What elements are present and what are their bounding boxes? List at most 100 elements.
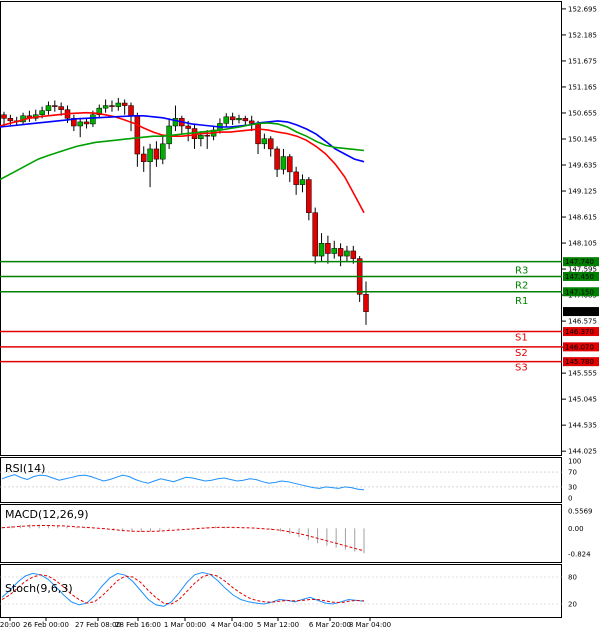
candle-bullish bbox=[102, 105, 109, 109]
stoch-tick-label: 20 bbox=[568, 601, 577, 609]
time-tick-label: 5 Mar 12:00 bbox=[257, 621, 299, 629]
candle-bullish bbox=[318, 243, 325, 257]
time-tick-label: 6 Mar 20:00 bbox=[309, 621, 351, 629]
candle-bearish bbox=[134, 115, 141, 155]
candle-bearish bbox=[363, 294, 369, 312]
time-tick-label: 26 Feb 00:00 bbox=[23, 621, 69, 629]
chart-canvas: 152.695 152.185 151.675 151.165 150.655 150.1… bbox=[0, 1, 599, 629]
rsi-line bbox=[1, 474, 365, 491]
candle-bearish bbox=[287, 156, 293, 173]
current-price-label: 146.762 bbox=[565, 308, 594, 316]
stoch-tick-label: 80 bbox=[568, 574, 577, 582]
price-tick-label: 150.145 bbox=[568, 135, 597, 143]
price-tick-label: 152.185 bbox=[568, 31, 597, 39]
candle-bearish bbox=[312, 212, 318, 257]
candle-bearish bbox=[350, 250, 357, 259]
candle-bearish bbox=[337, 248, 344, 257]
candle-bullish bbox=[331, 248, 337, 254]
candle-bullish bbox=[299, 179, 306, 185]
candle-bearish bbox=[83, 121, 90, 125]
candle-bearish bbox=[58, 106, 64, 110]
level-name-s1: S1 bbox=[515, 333, 528, 344]
price-tick-label: 149.125 bbox=[568, 188, 597, 196]
candle-bearish bbox=[109, 105, 115, 107]
price-tick-label: 148.615 bbox=[568, 214, 597, 222]
rsi-label: RSI(14) bbox=[5, 462, 45, 475]
main-panel-frame bbox=[0, 1, 562, 456]
time-tick-label: 1 Mar 00:00 bbox=[164, 621, 206, 629]
candle-bearish bbox=[185, 125, 191, 129]
level-price-label-s2: 146.070 bbox=[565, 343, 594, 351]
candle-bearish bbox=[52, 105, 58, 107]
candle-bearish bbox=[325, 243, 331, 254]
candle-bullish bbox=[236, 118, 242, 121]
candle-bullish bbox=[160, 143, 166, 160]
candle-bullish bbox=[45, 105, 52, 111]
candle-bearish bbox=[229, 116, 236, 121]
candle-bearish bbox=[274, 148, 280, 170]
candle-bearish bbox=[293, 171, 299, 185]
time-tick-label: 28 Feb 16:00 bbox=[115, 621, 161, 629]
candle-bullish bbox=[223, 116, 230, 124]
level-name-s2: S2 bbox=[515, 348, 528, 359]
price-tick-label: 144.535 bbox=[568, 422, 597, 430]
candle-bearish bbox=[121, 102, 128, 106]
level-price-label-r2: 147.450 bbox=[565, 273, 594, 281]
macd-tick-label: 0.5569 bbox=[568, 507, 593, 515]
level-name-r2: R2 bbox=[515, 280, 528, 291]
rsi-tick-label: 0 bbox=[568, 495, 572, 503]
candle-bearish bbox=[140, 153, 147, 162]
moving-average-line-2 bbox=[0, 115, 365, 163]
candle-bearish bbox=[248, 120, 255, 124]
candle-bullish bbox=[77, 121, 83, 127]
candle-bullish bbox=[344, 250, 350, 257]
candle-bullish bbox=[90, 114, 96, 125]
level-price-label-r3: 147.740 bbox=[565, 258, 594, 266]
price-tick-label: 148.105 bbox=[568, 240, 597, 248]
rsi-tick-label: 100 bbox=[568, 458, 581, 466]
macd-signal-line bbox=[1, 525, 365, 552]
rsi-tick-label: 30 bbox=[568, 483, 577, 491]
candle-bearish bbox=[255, 123, 261, 145]
candle-bearish bbox=[1, 114, 7, 119]
price-tick-label: 145.555 bbox=[568, 370, 597, 378]
price-tick-label: 149.635 bbox=[568, 162, 597, 170]
price-tick-label: 151.165 bbox=[568, 83, 597, 91]
price-tick-label: 145.045 bbox=[568, 396, 597, 404]
rsi-panel-frame bbox=[0, 457, 562, 503]
macd-label: MACD(12,26,9) bbox=[5, 508, 89, 521]
candle-bullish bbox=[115, 102, 122, 107]
macd-tick-label: 0.00 bbox=[568, 525, 584, 533]
candle-bearish bbox=[242, 118, 249, 122]
time-tick-label: 20:00 bbox=[0, 621, 20, 629]
candle-bearish bbox=[128, 105, 134, 117]
candle-bearish bbox=[306, 179, 312, 213]
stoch-panel-frame bbox=[0, 564, 562, 618]
level-price-label-s1: 146.370 bbox=[565, 328, 594, 336]
price-tick-label: 146.575 bbox=[568, 318, 597, 326]
chart-window: 152.695 152.185 151.675 151.165 150.655 150.1… bbox=[0, 0, 600, 632]
candle-bearish bbox=[267, 138, 274, 150]
candle-bullish bbox=[39, 110, 45, 116]
level-price-label-s3: 145.780 bbox=[565, 358, 594, 366]
time-tick-label: 4 Mar 04:00 bbox=[211, 621, 253, 629]
price-tick-label: 144.025 bbox=[568, 448, 597, 456]
level-price-label-r1: 147.150 bbox=[565, 288, 594, 296]
price-tick-label: 151.675 bbox=[568, 57, 597, 65]
level-name-r3: R3 bbox=[515, 266, 528, 277]
candle-bearish bbox=[204, 134, 210, 137]
candle-bullish bbox=[147, 148, 153, 162]
candle-bearish bbox=[153, 148, 160, 160]
macd-tick-label: -0.824 bbox=[568, 551, 591, 559]
stoch-label: Stoch(9,6,3) bbox=[5, 582, 73, 595]
time-tick-label: 8 Mar 04:00 bbox=[349, 621, 391, 629]
level-name-s3: S3 bbox=[515, 363, 528, 374]
candle-bearish bbox=[7, 118, 14, 122]
candle-bullish bbox=[280, 156, 287, 170]
price-tick-label: 152.695 bbox=[568, 5, 597, 13]
candle-bullish bbox=[261, 138, 268, 145]
rsi-tick-label: 70 bbox=[568, 469, 577, 477]
level-name-r1: R1 bbox=[515, 296, 528, 307]
candle-bullish bbox=[198, 134, 204, 139]
price-tick-label: 150.655 bbox=[568, 109, 597, 117]
